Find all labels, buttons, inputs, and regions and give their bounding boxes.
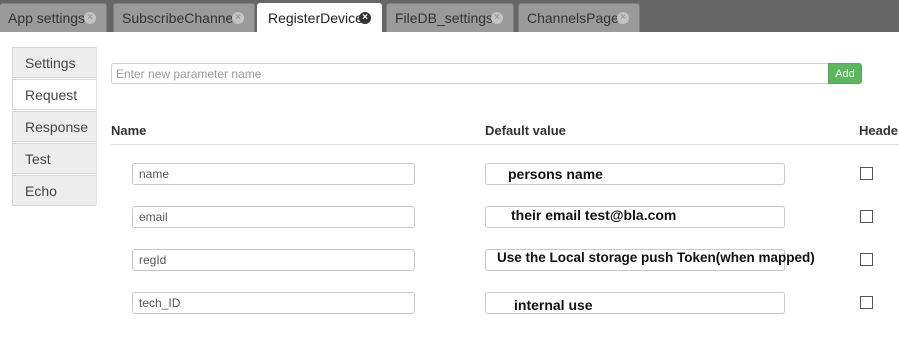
side-tab-settings[interactable]: Settings bbox=[12, 47, 96, 78]
side-tab-label: Response bbox=[25, 118, 89, 135]
tab-label: App settings bbox=[8, 10, 86, 26]
close-icon[interactable]: × bbox=[359, 12, 371, 24]
side-tab-label: Settings bbox=[25, 54, 76, 71]
header-checkbox[interactable] bbox=[860, 296, 873, 309]
add-parameter-button[interactable]: Add bbox=[828, 63, 862, 84]
close-icon[interactable]: × bbox=[491, 12, 503, 24]
param-name-field[interactable] bbox=[132, 163, 415, 185]
column-header-default-value: Default value bbox=[485, 123, 566, 138]
default-value-text: persons name bbox=[508, 166, 603, 182]
side-tab-response[interactable]: Response bbox=[12, 111, 96, 142]
close-icon[interactable]: × bbox=[84, 12, 96, 24]
close-icon[interactable]: × bbox=[617, 12, 629, 24]
tab-bar: App settings × SubscribeChannel × Regist… bbox=[0, 0, 899, 32]
param-name-field[interactable] bbox=[132, 249, 415, 271]
param-name-field[interactable] bbox=[132, 206, 415, 228]
header-checkbox[interactable] bbox=[860, 210, 873, 223]
param-name-field[interactable] bbox=[132, 292, 415, 314]
default-value-text: their email test@bla.com bbox=[511, 207, 677, 223]
side-tab-label: Echo bbox=[25, 182, 57, 199]
tab-label: RegisterDevice bbox=[268, 10, 363, 26]
tab-label: FileDB_settings bbox=[395, 10, 494, 26]
tab-label: ChannelsPage bbox=[527, 10, 619, 26]
header-checkbox[interactable] bbox=[860, 253, 873, 266]
new-parameter-input[interactable] bbox=[111, 63, 829, 84]
close-icon[interactable]: × bbox=[232, 12, 244, 24]
tab-register-device[interactable]: RegisterDevice × bbox=[257, 3, 382, 32]
header-divider bbox=[111, 144, 899, 145]
column-header-name: Name bbox=[111, 123, 147, 138]
tab-filedb-settings[interactable]: FileDB_settings × bbox=[386, 3, 514, 32]
tab-app-settings[interactable]: App settings × bbox=[0, 3, 107, 32]
header-checkbox[interactable] bbox=[860, 167, 873, 180]
default-value-text: internal use bbox=[514, 297, 593, 313]
tab-subscribe-channel[interactable]: SubscribeChannel × bbox=[113, 3, 255, 32]
column-header-header: Heade bbox=[859, 123, 899, 138]
side-tab-request[interactable]: Request bbox=[12, 79, 96, 110]
side-tab-echo[interactable]: Echo bbox=[12, 175, 96, 206]
side-tab-label: Test bbox=[25, 150, 51, 167]
default-value-text: Use the Local storage push Token(when ma… bbox=[497, 250, 815, 265]
side-tab-test[interactable]: Test bbox=[12, 143, 96, 174]
side-tab-label: Request bbox=[25, 86, 78, 103]
tab-channels-page[interactable]: ChannelsPage × bbox=[518, 3, 640, 32]
side-tabs-divider bbox=[96, 47, 97, 205]
tab-label: SubscribeChannel bbox=[122, 10, 237, 26]
